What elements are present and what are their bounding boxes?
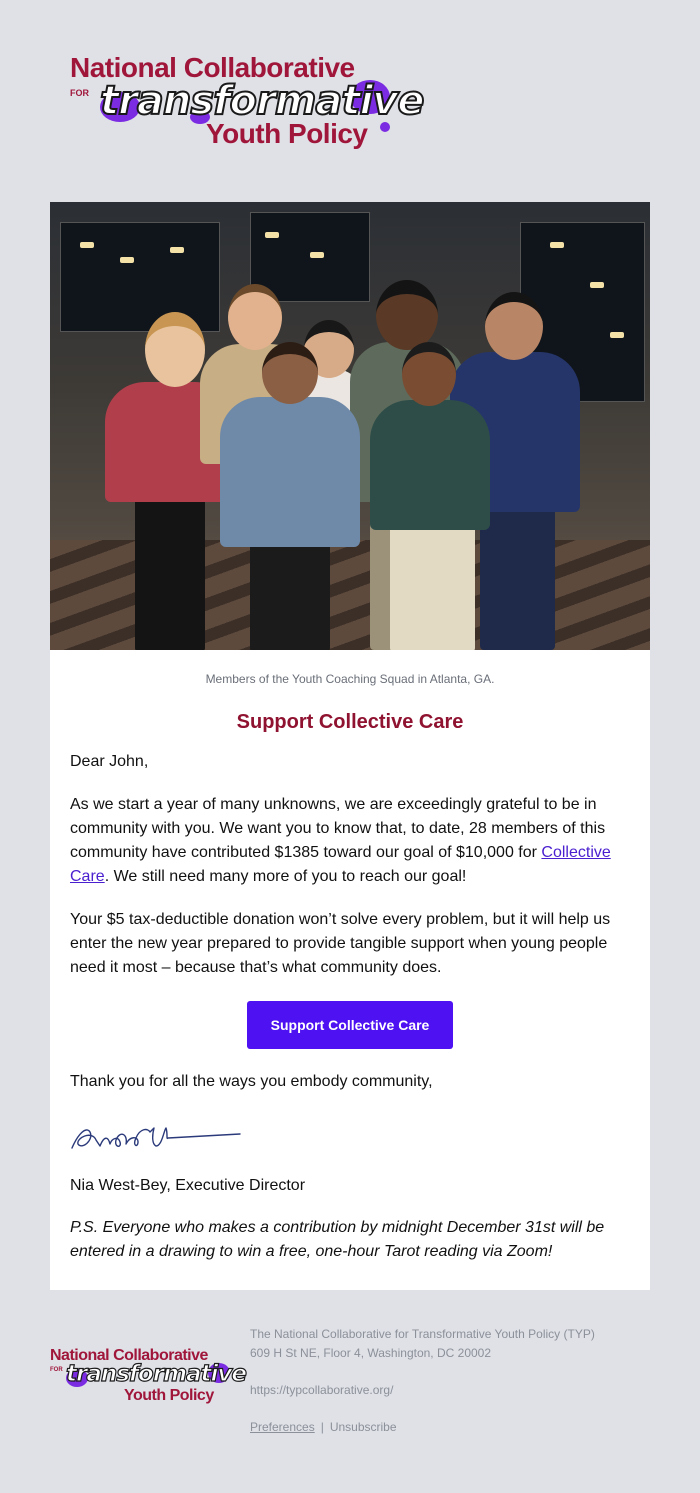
- org-logo[interactable]: National Collaborative FOR transformativ…: [70, 52, 425, 157]
- postscript: P.S. Everyone who makes a contribution b…: [70, 1219, 605, 1260]
- footer-url[interactable]: https://typcollaborative.org/: [250, 1381, 670, 1400]
- photo-caption: Members of the Youth Coaching Squad in A…: [205, 672, 495, 686]
- person: [370, 342, 490, 650]
- support-collective-care-button[interactable]: Support Collective Care: [247, 1001, 453, 1049]
- person: [220, 342, 360, 650]
- group-photo: [50, 202, 650, 650]
- greeting: Dear John,: [70, 753, 149, 770]
- headline: Support Collective Care: [236, 711, 464, 733]
- footer-logo[interactable]: National Collaborative FOR transformativ…: [50, 1347, 248, 1407]
- logo-script: transformative: [65, 1360, 247, 1387]
- unsubscribe-link[interactable]: Unsubscribe: [330, 1420, 397, 1434]
- signer-name: Nia West-Bey, Executive Director: [70, 1177, 306, 1194]
- logo-for: FOR: [70, 88, 89, 98]
- email-card: Members of the Youth Coaching Squad in A…: [50, 202, 650, 1290]
- logo-for: FOR: [50, 1367, 63, 1373]
- closing-line: Thank you for all the ways you embody co…: [70, 1073, 433, 1090]
- preferences-link[interactable]: Preferences: [250, 1420, 315, 1434]
- footer-separator: |: [320, 1420, 324, 1434]
- body-paragraph-2: Your $5 tax-deductible donation won’t so…: [70, 911, 611, 976]
- body-paragraph-1: As we start a year of many unknowns, we …: [70, 796, 611, 885]
- footer-address: 609 H St NE, Floor 4, Washington, DC 200…: [250, 1346, 492, 1360]
- footer: The National Collaborative for Transform…: [250, 1325, 670, 1437]
- logo-line-3: Youth Policy: [124, 1387, 214, 1404]
- signature: [71, 1127, 241, 1149]
- logo-line-3: Youth Policy: [206, 118, 368, 149]
- footer-org: The National Collaborative for Transform…: [250, 1327, 595, 1341]
